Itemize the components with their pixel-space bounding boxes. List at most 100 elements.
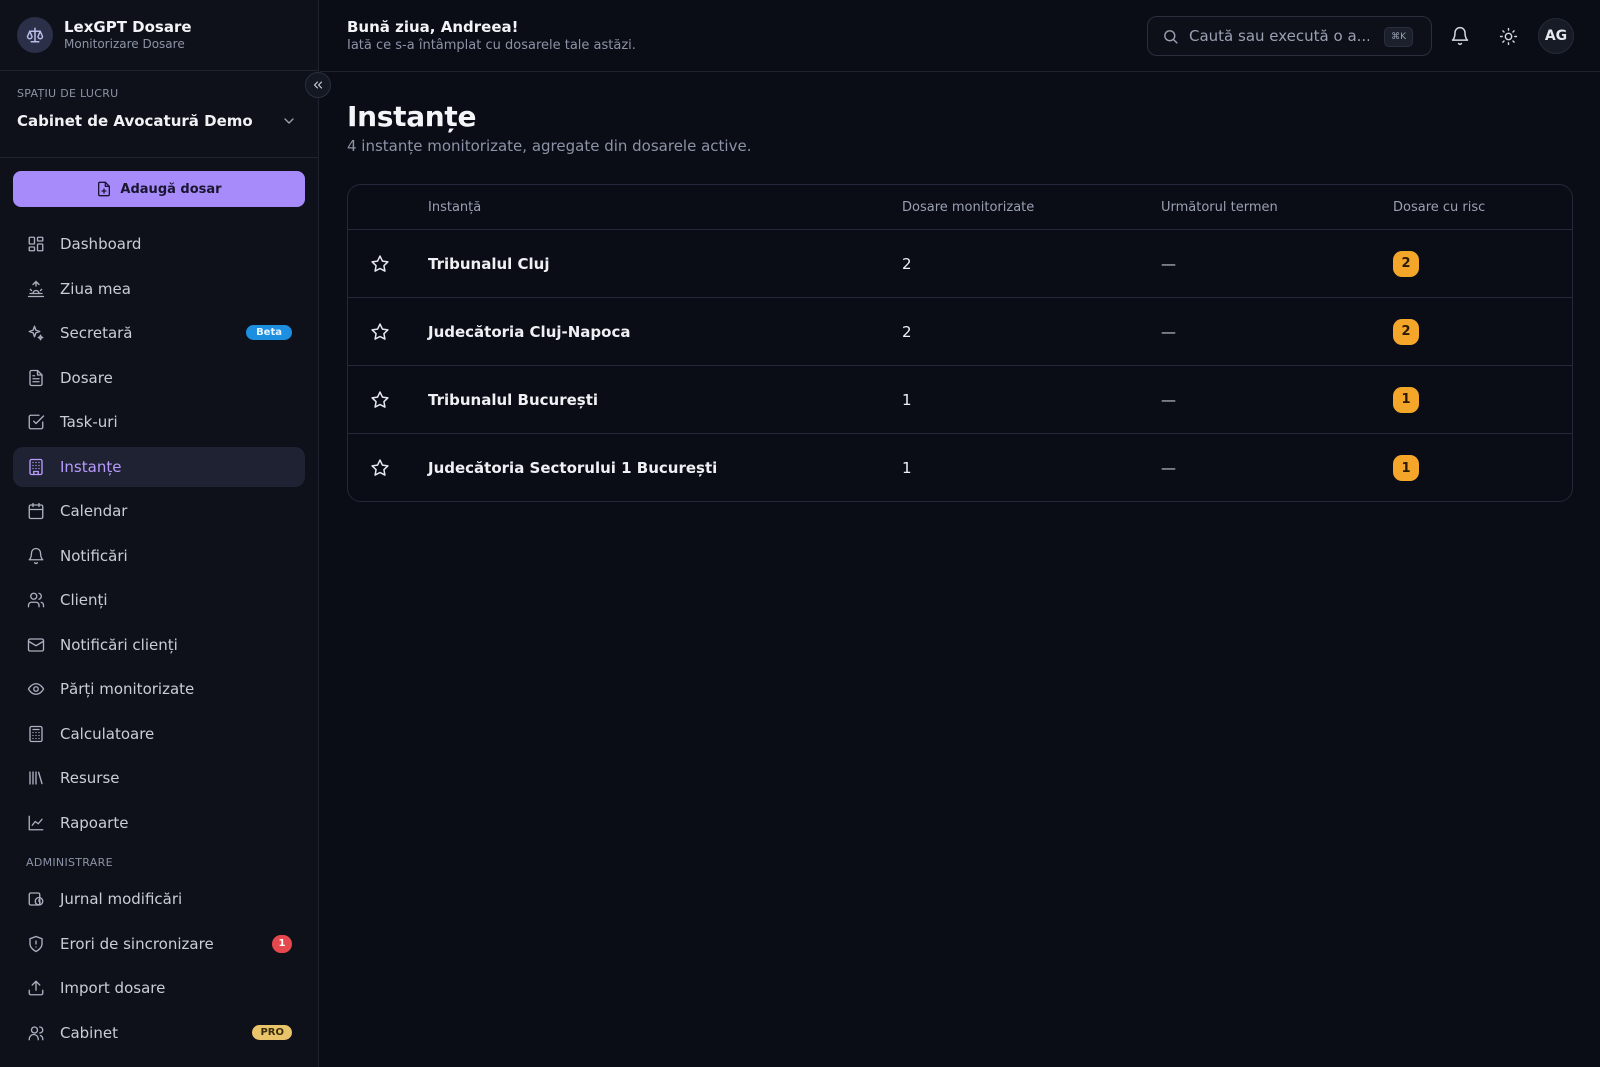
library-icon [26, 768, 46, 788]
star-icon[interactable] [370, 298, 390, 365]
pro-badge: PRO [252, 1024, 292, 1040]
avatar[interactable]: AG [1538, 18, 1574, 54]
sidebar-item-calendar[interactable]: Calendar [13, 491, 305, 531]
greeting-subtitle: Iată ce s-a întâmplat cu dosarele tale a… [347, 38, 636, 53]
courts-table: Instanță Dosare monitorizate Următorul t… [347, 184, 1573, 502]
sidebar-item-label: Jurnal modificări [60, 890, 183, 908]
file-text-icon [26, 368, 46, 388]
risk-badge: 1 [1393, 455, 1419, 481]
mail-icon [26, 635, 46, 655]
table-row[interactable]: Tribunalul Cluj 2 — 2 [348, 230, 1572, 298]
sidebar-item-notificari[interactable]: Notificări [13, 536, 305, 576]
chevron-down-icon [281, 113, 297, 129]
workspace-name: Cabinet de Avocatură Demo [17, 112, 253, 130]
monitored-count: 1 [902, 459, 912, 477]
next-hearing: — [1161, 459, 1176, 477]
line-chart-icon [26, 813, 46, 833]
sidebar-item-cabinet[interactable]: Cabinet PRO [13, 1013, 305, 1053]
sidebar-item-label: Resurse [60, 769, 120, 787]
monitored-count: 2 [902, 322, 912, 341]
risk-badge-wrap: 1 [1393, 434, 1419, 501]
table-row[interactable]: Judecătoria Sectorului 1 București 1 — 1 [348, 434, 1572, 501]
upload-icon [26, 978, 46, 998]
sidebar-item-jurnal-modificari[interactable]: Jurnal modificări [13, 879, 305, 919]
page-subtitle: 4 instanțe monitorizate, agregate din do… [347, 137, 752, 155]
court-name[interactable]: Tribunalul Cluj [428, 230, 550, 297]
sidebar-item-label: Părți monitorizate [60, 680, 195, 698]
sun-icon [1499, 27, 1518, 46]
sidebar-item-label: Secretară [60, 324, 133, 342]
sidebar-item-calculatoare[interactable]: Calculatoare [13, 714, 305, 754]
sidebar-item-instante[interactable]: Instanțe [13, 446, 305, 487]
history-icon [26, 889, 46, 909]
sidebar-item-task-uri[interactable]: Task-uri [13, 402, 305, 442]
star-icon[interactable] [370, 230, 390, 297]
brand-title: LexGPT Dosare [64, 18, 192, 36]
sidebar-item-label: Instanțe [60, 457, 122, 476]
chevrons-left-icon [311, 78, 325, 92]
collapse-sidebar-button[interactable] [305, 72, 331, 98]
sidebar-item-label: Notificări [60, 546, 128, 565]
sidebar: LexGPT Dosare Monitorizare Dosare SPAȚIU… [0, 0, 319, 1067]
bell-icon [1450, 26, 1470, 46]
risk-badge: 1 [1393, 386, 1419, 413]
table-row[interactable]: Tribunalul București 1 — 1 [348, 366, 1572, 434]
calculator-icon [26, 724, 46, 744]
next-hearing: — [1161, 322, 1176, 341]
brand-subtitle: Monitorizare Dosare [64, 37, 185, 51]
notifications-button[interactable] [1446, 22, 1474, 50]
column-header-risc[interactable]: Dosare cu risc [1393, 185, 1485, 230]
sidebar-item-dosare[interactable]: Dosare [13, 358, 305, 398]
risk-badge: 2 [1393, 250, 1419, 277]
grid-icon [26, 234, 46, 254]
sidebar-item-dashboard[interactable]: Dashboard [13, 224, 305, 264]
sidebar-item-rapoarte[interactable]: Rapoarte [13, 803, 305, 843]
search-shortcut: ⌘K [1384, 27, 1413, 47]
add-case-button[interactable]: Adaugă dosar [13, 171, 305, 207]
risk-badge-wrap: 2 [1393, 230, 1419, 297]
column-header-monitorizate[interactable]: Dosare monitorizate [902, 185, 1034, 230]
sidebar-item-label: Calculatoare [60, 724, 155, 743]
scales-icon [17, 17, 53, 53]
sunrise-icon [26, 279, 46, 299]
sidebar-item-label: Dashboard [60, 235, 142, 253]
shield-alert-icon [26, 934, 46, 954]
court-name[interactable]: Judecătoria Cluj-Napoca [428, 298, 630, 365]
search-icon [1162, 28, 1179, 45]
theme-toggle-button[interactable] [1494, 22, 1522, 50]
eye-icon [26, 679, 46, 699]
sidebar-item-erori-sincronizare[interactable]: Erori de sincronizare 1 [13, 924, 305, 964]
admin-section-label: ADMINISTRARE [26, 855, 113, 869]
star-icon[interactable] [370, 366, 390, 433]
next-hearing: — [1161, 390, 1176, 409]
error-count-badge: 1 [272, 934, 292, 953]
sidebar-item-clienti[interactable]: Clienți [13, 580, 305, 620]
court-name[interactable]: Judecătoria Sectorului 1 București [428, 434, 717, 501]
star-icon[interactable] [370, 434, 390, 501]
sidebar-item-label: Import dosare [60, 979, 166, 997]
sidebar-item-secretara[interactable]: Secretară Beta [13, 313, 305, 353]
search-input[interactable]: Caută sau execută o a... ⌘K [1147, 16, 1432, 56]
risk-badge-wrap: 2 [1393, 298, 1419, 365]
column-header-termen[interactable]: Următorul termen [1161, 185, 1278, 230]
bell-icon [26, 546, 46, 566]
sidebar-item-label: Calendar [60, 502, 128, 520]
sidebar-item-resurse[interactable]: Resurse [13, 758, 305, 798]
sidebar-item-parti-monitorizate[interactable]: Părți monitorizate [13, 669, 305, 709]
sidebar-item-ziua-mea[interactable]: Ziua mea [13, 269, 305, 309]
workspace-switcher[interactable]: SPAȚIU DE LUCRU Cabinet de Avocatură Dem… [0, 71, 318, 158]
sidebar-item-import-dosare[interactable]: Import dosare [13, 968, 305, 1008]
calendar-icon [26, 501, 46, 521]
column-header-instanta[interactable]: Instanță [428, 185, 481, 230]
monitored-count: 2 [902, 254, 912, 273]
users-icon [26, 590, 46, 610]
table-row[interactable]: Judecătoria Cluj-Napoca 2 — 2 [348, 298, 1572, 366]
brand[interactable]: LexGPT Dosare Monitorizare Dosare [0, 0, 318, 71]
beta-badge: Beta [246, 325, 292, 340]
risk-badge: 2 [1393, 318, 1419, 345]
file-plus-icon [96, 181, 112, 197]
next-hearing: — [1161, 254, 1176, 273]
court-name[interactable]: Tribunalul București [428, 366, 598, 433]
add-case-label: Adaugă dosar [120, 181, 222, 197]
sidebar-item-notificari-clienti[interactable]: Notificări clienți [13, 625, 305, 665]
